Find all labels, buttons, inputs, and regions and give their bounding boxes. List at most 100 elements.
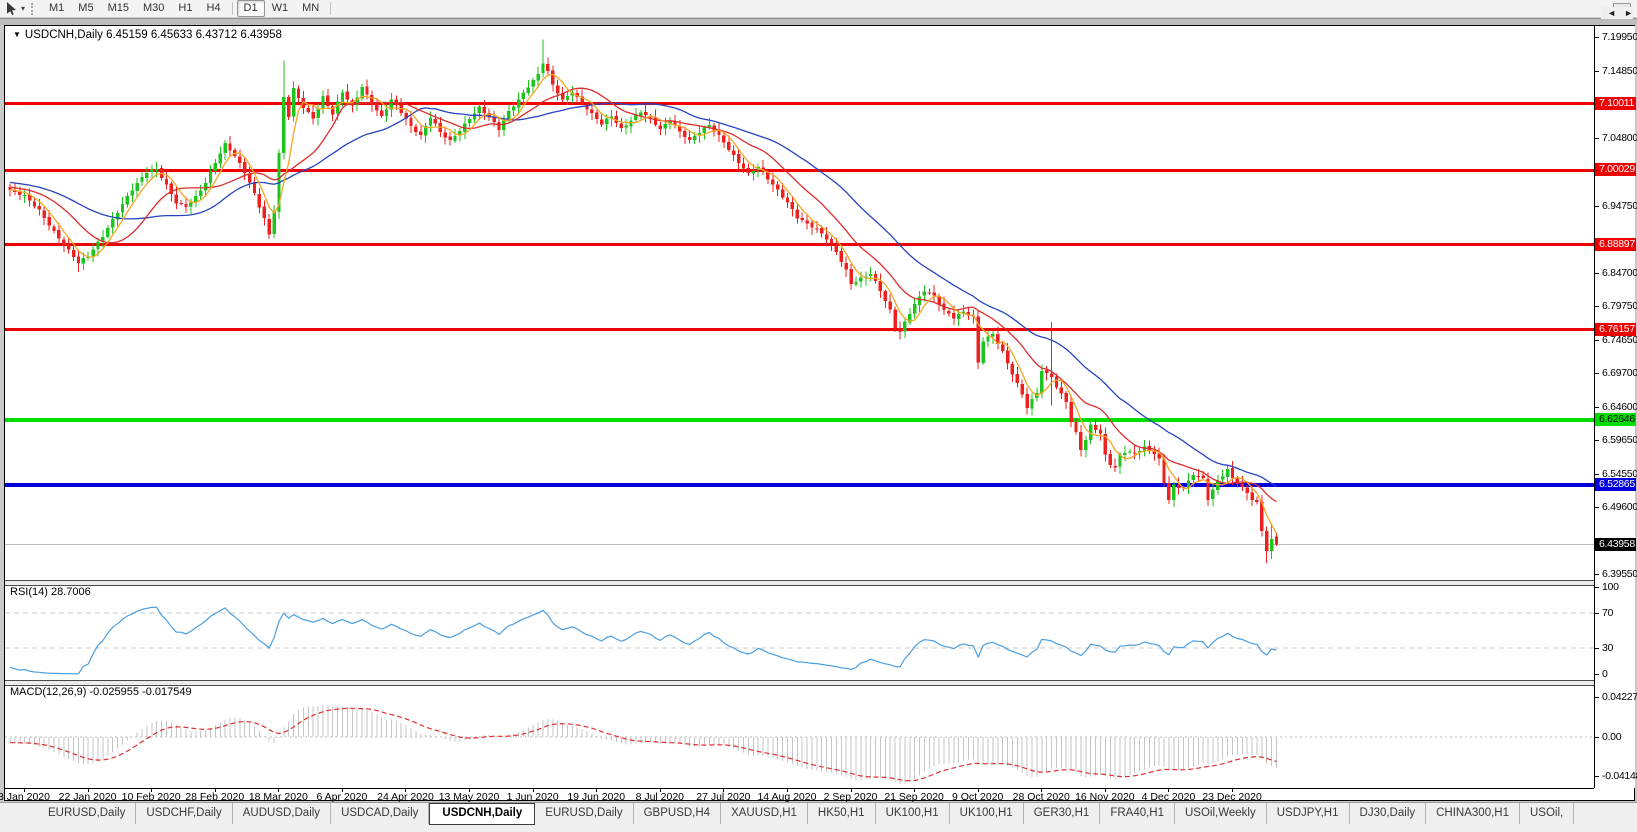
price-axis-tick [1595,273,1599,274]
candle-body [335,101,340,114]
candle-body [1123,453,1127,455]
chart-tab-uk100-h1[interactable]: UK100,H1 [876,803,950,824]
candle-body [130,190,134,196]
chart-tab-ger30-h1[interactable]: GER30,H1 [1024,803,1101,824]
collapse-triangle-icon[interactable]: ▼ [13,30,21,39]
price-axis-tick-label: 6.59650 [1602,434,1637,446]
slow-moving-average-line[interactable] [9,102,1277,487]
price-axis-tick [1595,138,1599,139]
candle-body [1084,440,1088,451]
chart-tab-usoil-weekly[interactable]: USOil,Weekly [1175,803,1267,824]
time-axis-label: 8 Jul 2020 [635,791,685,803]
panel-separator[interactable] [5,580,1634,586]
timeframe-button-m5[interactable]: M5 [71,0,100,17]
chart-tab-china300-h1[interactable]: CHINA300,H1 [1426,803,1520,824]
chart-tab-audusd-daily[interactable]: AUDUSD,Daily [233,803,332,824]
tab-scroll-right-button[interactable]: ► [1624,7,1633,19]
candle-body [365,86,369,95]
chart-tab-usdcnh-daily[interactable]: USDCNH,Daily [429,803,536,825]
timeframe-button-m15[interactable]: M15 [101,0,136,17]
candle-body [771,179,775,185]
timeframe-button-mn[interactable]: MN [295,0,326,17]
candle-body [311,112,315,119]
candle-body [184,204,188,207]
candle-body [1128,451,1132,453]
candle-body [477,106,482,114]
rsi-indicator-panel[interactable] [5,586,1594,680]
candle-body [516,99,521,108]
candle-body [135,182,139,191]
mt4-platform: { "toolbar": { "timeframes": ["M1","M5",… [0,0,1637,832]
candle-body [947,310,951,314]
candle-body [321,96,325,109]
candle-body [296,88,301,98]
candle-body [658,125,663,129]
candle-body [722,135,726,143]
candle-body [893,309,897,329]
candle-body [800,217,804,221]
horizontal-level-line[interactable] [5,102,1594,106]
horizontal-level-line[interactable] [5,328,1594,332]
time-axis-label: 24 Apr 2020 [377,791,434,803]
panel-separator[interactable] [5,680,1634,686]
chart-tab-eurusd-daily[interactable]: EURUSD,Daily [38,803,137,824]
timeframe-button-d1[interactable]: D1 [236,0,265,17]
candle-body [932,292,936,296]
horizontal-level-line[interactable] [5,544,1594,546]
chart-tab-xauusd-h1[interactable]: XAUUSD,H1 [721,803,808,824]
candle-body [512,106,516,111]
toolbar-separator [231,2,233,15]
main-candlestick-chart[interactable] [5,26,1594,580]
candle-body [1235,478,1240,484]
macd-axis-tick [1595,697,1599,698]
price-level-label: 6.88897 [1595,238,1636,251]
candle-body [888,301,892,310]
candle-body [1196,475,1200,477]
time-axis-label: 10 Feb 2020 [121,791,181,803]
timeframe-button-h4[interactable]: H4 [199,0,227,17]
time-axis[interactable]: 3 Jan 2020 22 Jan 2020 10 Feb 2020 28 Feb 2… [0,788,1594,803]
candle-body [238,156,242,163]
candle-body [267,218,271,235]
horizontal-level-line[interactable] [5,243,1594,247]
horizontal-level-line[interactable] [5,417,1594,422]
price-axis-tick [1595,440,1599,441]
crosshair-pointer-button[interactable]: ▾ [3,1,27,17]
candle-body [1225,468,1230,478]
chart-tab-gbpusd-h4[interactable]: GBPUSD,H4 [634,803,722,824]
candle-body [820,227,824,234]
chart-tab-eurusd-daily[interactable]: EURUSD,Daily [535,803,634,824]
macd-indicator-panel[interactable] [5,686,1594,788]
chart-tab-usdcad-daily[interactable]: USDCAD,Daily [331,803,430,824]
price-axis[interactable]: 7.19950 7.14850 7.04800 6.94750 6.84700 6.797… [1594,26,1637,788]
timeframe-button-w1[interactable]: W1 [265,0,296,17]
timeframe-button-m30[interactable]: M30 [136,0,171,17]
chart-tab-usdjpy-h1[interactable]: USDJPY,H1 [1267,803,1350,824]
fast-moving-average-line[interactable] [9,73,1278,534]
chart-tab-dj30-daily[interactable]: DJ30,Daily [1350,803,1427,824]
horizontal-level-line[interactable] [5,483,1594,488]
candle-body [952,312,956,319]
candle-body [790,202,795,210]
price-level-label: 6.76157 [1595,323,1636,336]
timeframe-button-m1[interactable]: M1 [42,0,71,17]
candle-body [62,239,66,245]
candle-body [927,292,931,294]
candle-body [1167,482,1171,500]
timeframe-button-h1[interactable]: H1 [171,0,199,17]
chart-tab-hk50-h1[interactable]: HK50,H1 [808,803,876,824]
candle-body [692,135,697,140]
chart-tab-usdchf-daily[interactable]: USDCHF,Daily [136,803,233,824]
toolbar-separator [330,2,332,15]
candle-body [780,189,785,198]
chart-tab-uk100-h1[interactable]: UK100,H1 [950,803,1024,824]
medium-moving-average-line[interactable] [9,87,1277,503]
price-axis-tick [1595,340,1599,341]
candle-body [76,256,81,263]
price-axis-tick-label: 7.14850 [1602,65,1637,77]
toolbar-grip-handle[interactable] [31,2,36,15]
tab-scroll-left-button[interactable]: ◄ [1607,7,1616,19]
time-axis-label: 19 Jun 2020 [567,791,626,803]
chart-tab-fra40-h1[interactable]: FRA40,H1 [1100,803,1175,824]
chart-tab-usoil-[interactable]: USOil, [1520,803,1575,824]
